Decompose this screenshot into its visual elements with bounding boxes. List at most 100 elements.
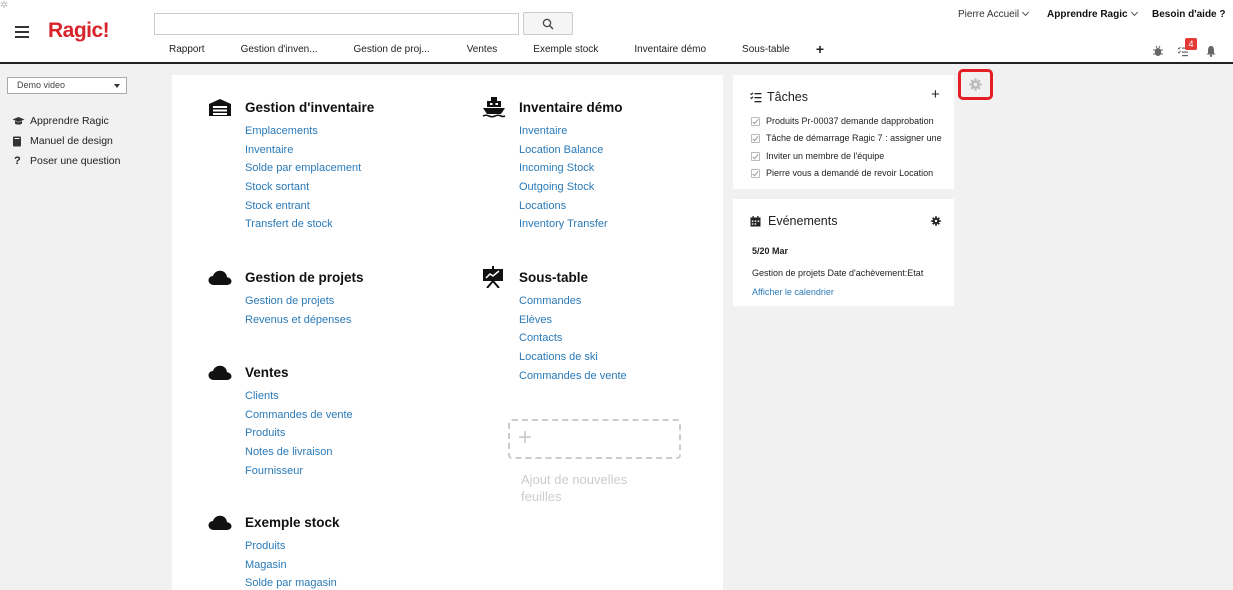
cloud-icon bbox=[208, 515, 245, 530]
task-label: Tâche de démarrage Ragic 7 : assigner un… bbox=[766, 133, 942, 143]
group-title: Ventes bbox=[245, 364, 289, 380]
sidebar-item-design-manual[interactable]: Manuel de design bbox=[12, 131, 120, 151]
account-menu[interactable]: Pierre Accueil bbox=[958, 8, 1030, 20]
events-title: Evénements bbox=[768, 214, 838, 228]
sheet-link[interactable]: Inventory Transfer bbox=[519, 216, 623, 235]
sidebar-item-learn-ragic[interactable]: Apprendre Ragic bbox=[12, 111, 120, 131]
sheet-link[interactable]: Inventaire bbox=[245, 142, 374, 161]
task-item[interactable]: Produits Pr-00037 demande dapprobation bbox=[751, 116, 934, 126]
sheet-link[interactable]: Clients bbox=[245, 388, 353, 407]
task-label: Produits Pr-00037 demande dapprobation bbox=[766, 116, 934, 126]
tasks-title: Tâches bbox=[767, 90, 808, 104]
group-inventaire-demo: Inventaire démo Inventaire Location Bala… bbox=[482, 97, 623, 235]
sheet-link[interactable]: Commandes de vente bbox=[519, 368, 627, 387]
sheet-directory-panel: Gestion d'inventaire Emplacements Invent… bbox=[172, 75, 723, 590]
dashboard-settings-button[interactable] bbox=[958, 69, 993, 100]
sheet-link[interactable]: Commandes de vente bbox=[245, 407, 353, 426]
warehouse-icon bbox=[208, 98, 245, 116]
book-icon bbox=[12, 136, 30, 147]
corner-gear-icon[interactable]: ✲ bbox=[0, 0, 8, 11]
sidebar-item-label: Manuel de design bbox=[30, 135, 113, 147]
bell-icon[interactable] bbox=[1205, 45, 1217, 57]
task-item[interactable]: Inviter un membre de l'équipe bbox=[751, 151, 884, 161]
tab-gestion-inventaire[interactable]: Gestion d'inven... bbox=[241, 44, 318, 55]
sheet-link[interactable]: Locations bbox=[519, 198, 623, 217]
add-sheet-label[interactable]: Ajout de nouvelles feuilles bbox=[521, 471, 661, 505]
sheet-link[interactable]: Solde par magasin bbox=[245, 575, 340, 590]
sheet-link[interactable]: Fournisseur bbox=[245, 463, 353, 482]
checkbox[interactable] bbox=[751, 116, 760, 126]
database-select[interactable]: Demo video bbox=[7, 77, 127, 94]
tab-rapport[interactable]: Rapport bbox=[169, 44, 205, 55]
sheet-link[interactable]: Location Balance bbox=[519, 142, 623, 161]
show-calendar-link[interactable]: Afficher le calendrier bbox=[752, 287, 834, 297]
sheet-link[interactable]: Inventaire bbox=[519, 123, 623, 142]
checkbox[interactable] bbox=[751, 151, 760, 161]
sheet-link[interactable]: Revenus et dépenses bbox=[245, 312, 364, 331]
menu-icon[interactable] bbox=[15, 26, 29, 38]
task-list-icon bbox=[750, 92, 762, 103]
sheet-link[interactable]: Produits bbox=[245, 425, 353, 444]
tab-inventaire-demo[interactable]: Inventaire démo bbox=[634, 44, 706, 55]
group-gestion-projets: Gestion de projets Gestion de projets Re… bbox=[208, 267, 364, 330]
group-title: Sous-table bbox=[519, 269, 589, 285]
group-sous-table: Sous-table Commandes Elèves Contacts Loc… bbox=[482, 266, 627, 387]
cloud-icon bbox=[208, 365, 245, 380]
top-header: ✲ Ragic! Rapport Gestion d'inven... Gest… bbox=[0, 0, 1233, 64]
cloud-icon bbox=[208, 270, 245, 285]
search-button[interactable] bbox=[523, 12, 573, 35]
sheet-link[interactable]: Solde par emplacement bbox=[245, 160, 374, 179]
tab-sous-table[interactable]: Sous-table bbox=[742, 44, 790, 55]
ragic-logo[interactable]: Ragic! bbox=[48, 19, 110, 43]
sheet-link[interactable]: Notes de livraison bbox=[245, 444, 353, 463]
gear-icon[interactable] bbox=[931, 216, 941, 226]
sheet-link[interactable]: Elèves bbox=[519, 312, 627, 331]
question-icon: ? bbox=[14, 155, 21, 167]
sheet-link[interactable]: Emplacements bbox=[245, 123, 374, 142]
sheet-link[interactable]: Incoming Stock bbox=[519, 160, 623, 179]
task-item[interactable]: Tâche de démarrage Ragic 7 : assigner un… bbox=[751, 133, 942, 143]
group-title: Exemple stock bbox=[245, 514, 340, 530]
learn-ragic-label: Apprendre Ragic bbox=[1047, 9, 1128, 20]
sheet-link[interactable]: Transfert de stock bbox=[245, 216, 374, 235]
checkbox[interactable] bbox=[751, 168, 760, 178]
add-sheet-button[interactable]: + bbox=[508, 419, 681, 459]
database-select-value: Demo video bbox=[17, 80, 66, 90]
sheet-link[interactable]: Contacts bbox=[519, 330, 627, 349]
events-widget: Evénements 5/20 Mar Gestion de projets D… bbox=[733, 199, 954, 306]
bug-icon[interactable] bbox=[1152, 45, 1164, 57]
learn-ragic-menu[interactable]: Apprendre Ragic bbox=[1047, 8, 1138, 20]
group-gestion-inventaire: Gestion d'inventaire Emplacements Invent… bbox=[208, 97, 374, 235]
search-input[interactable] bbox=[154, 13, 519, 35]
graduation-cap-icon bbox=[12, 116, 30, 126]
sidebar-item-label: Poser une question bbox=[30, 155, 121, 167]
sheet-link[interactable]: Produits bbox=[245, 538, 340, 557]
search-icon bbox=[542, 18, 554, 29]
sheet-link[interactable]: Stock sortant bbox=[245, 179, 374, 198]
add-tab-button[interactable]: + bbox=[816, 42, 824, 56]
sheet-link[interactable]: Locations de ski bbox=[519, 349, 627, 368]
sheet-link[interactable]: Gestion de projets bbox=[245, 293, 364, 312]
sheet-link[interactable]: Commandes bbox=[519, 293, 627, 312]
sheet-link[interactable]: Stock entrant bbox=[245, 198, 374, 217]
sheet-link[interactable]: Outgoing Stock bbox=[519, 179, 623, 198]
event-item[interactable]: Gestion de projets Date d'achèvement:Eta… bbox=[752, 268, 923, 278]
sheet-link[interactable]: Magasin bbox=[245, 557, 340, 576]
account-name: Pierre Accueil bbox=[958, 9, 1020, 20]
task-item[interactable]: Pierre vous a demandé de revoir Location bbox=[751, 168, 933, 178]
tab-exemple-stock[interactable]: Exemple stock bbox=[533, 44, 598, 55]
event-date: 5/20 Mar bbox=[752, 246, 789, 256]
sidebar-item-ask-question[interactable]: ? Poser une question bbox=[12, 151, 120, 171]
checkbox[interactable] bbox=[751, 133, 760, 143]
group-title: Gestion d'inventaire bbox=[245, 99, 375, 115]
add-task-button[interactable]: + bbox=[931, 86, 940, 103]
sidebar-item-label: Apprendre Ragic bbox=[30, 115, 109, 127]
plus-icon: + bbox=[518, 424, 533, 451]
presentation-board-icon bbox=[482, 266, 519, 288]
help-link[interactable]: Besoin d'aide ? bbox=[1152, 9, 1226, 20]
group-title: Gestion de projets bbox=[245, 269, 364, 285]
group-title: Inventaire démo bbox=[519, 99, 623, 115]
tasks-widget: Tâches + Produits Pr-00037 demande dappr… bbox=[733, 75, 954, 189]
tab-gestion-projets[interactable]: Gestion de proj... bbox=[354, 44, 430, 55]
tab-ventes[interactable]: Ventes bbox=[467, 44, 498, 55]
